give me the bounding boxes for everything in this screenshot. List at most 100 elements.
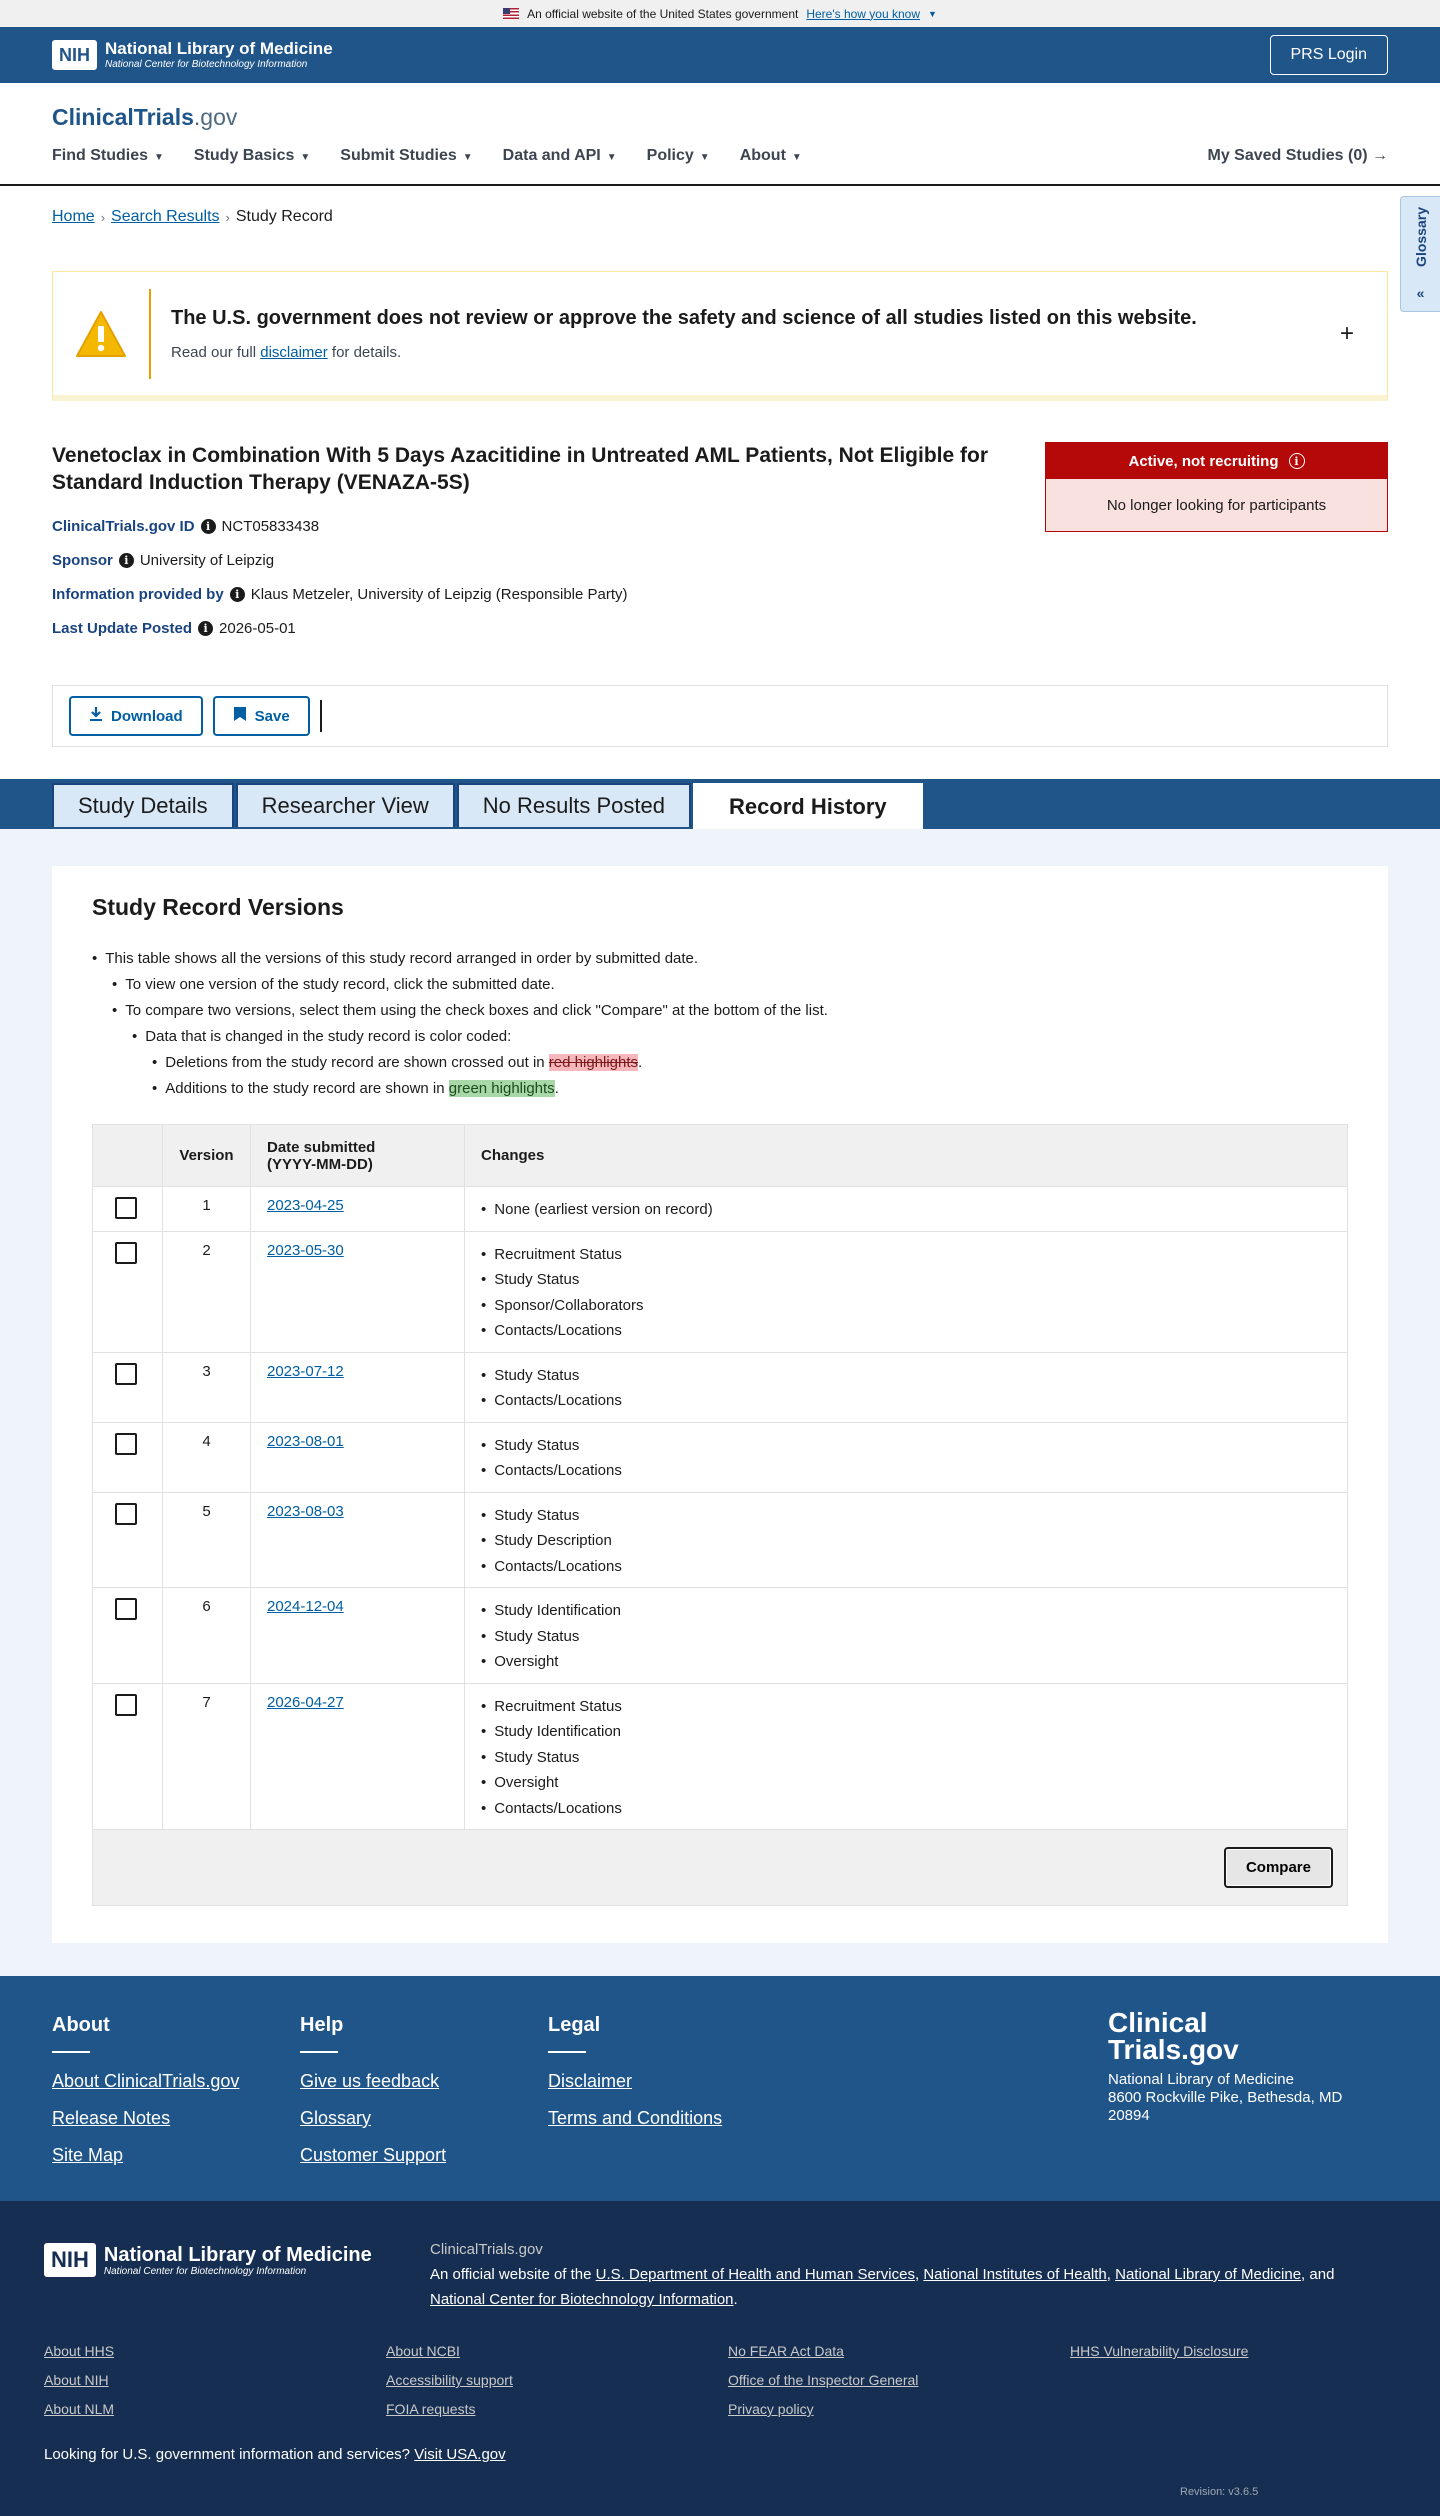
nih-link[interactable]: National Institutes of Health [923,2266,1106,2283]
nav-find-studies[interactable]: Find Studies ▼ [52,147,164,165]
nlm-logo[interactable]: NIH National Library of Medicine Nationa… [52,39,333,70]
footer-link-support[interactable]: Customer Support [300,2145,446,2165]
warning-icon [53,310,149,358]
save-button[interactable]: Save [212,696,310,736]
last-update-row: Last Update Posted i 2026-05-01 [52,620,296,637]
version-date-link[interactable]: 2023-08-01 [267,1433,344,1450]
provided-by-label: Information provided by [52,586,224,603]
version-checkbox[interactable] [115,1598,137,1620]
footer-about-column: About About ClinicalTrials.gov Release N… [52,2014,239,2174]
footer-link-glossary[interactable]: Glossary [300,2108,371,2128]
nav-data-and-api[interactable]: Data and API ▼ [503,147,617,165]
info-icon[interactable]: i [229,587,245,602]
breadcrumb-home[interactable]: Home [52,208,95,226]
footer-link-privacy[interactable]: Privacy policy [728,2401,814,2417]
footer-link-site-map[interactable]: Site Map [52,2145,123,2165]
version-checkbox[interactable] [115,1502,137,1525]
my-saved-studies-link[interactable]: My Saved Studies (0) → [1208,147,1389,165]
footer-link-feedback[interactable]: Give us feedback [300,2071,439,2091]
chevron-right-icon: › [100,209,106,225]
footer-link-inspector-general[interactable]: Office of the Inspector General [728,2372,918,2388]
footer-link-no-fear[interactable]: No FEAR Act Data [728,2343,844,2359]
nav-label: Study Basics [193,147,295,164]
change-item: Study Identification [481,1598,1331,1624]
checkbox-column-header [92,1124,163,1187]
footer-nlm-logo[interactable]: NIH National Library of Medicine Nationa… [44,2243,372,2277]
footer-link-about-ncbi[interactable]: About NCBI [386,2343,460,2359]
nav-about[interactable]: About ▼ [740,147,802,165]
version-checkbox[interactable] [115,1693,137,1716]
instruction-item: Deletions from the study record are show… [92,1050,828,1076]
info-icon[interactable]: i [198,621,214,636]
chevron-down-icon[interactable]: ▼ [928,9,937,19]
footer-link-about-nih[interactable]: About NIH [44,2372,109,2388]
date-header-format: (YYYY-MM-DD) [267,1155,373,1173]
prs-login-button[interactable]: PRS Login [1269,35,1388,75]
checkbox-cell [92,1421,163,1493]
nav-study-basics[interactable]: Study Basics ▼ [194,147,310,165]
download-button[interactable]: Download [69,696,203,736]
version-date-link[interactable]: 2023-07-12 [267,1363,344,1380]
footer-link-accessibility[interactable]: Accessibility support [386,2372,513,2388]
version-date-link[interactable]: 2023-04-25 [267,1197,344,1214]
chevron-down-icon: ▼ [606,152,617,163]
footer-link-release-notes[interactable]: Release Notes [52,2108,170,2128]
logo-suffix-text: .gov [193,104,238,130]
info-icon[interactable]: i [1288,453,1305,469]
glossary-label: Glossary [1412,207,1429,267]
info-icon[interactable]: i [200,519,216,534]
sponsor-label: Sponsor [52,552,113,569]
changes-list: Study StatusContacts/Locations [481,1363,1331,1414]
tab-study-details[interactable]: Study Details [52,783,234,827]
footer-link-terms[interactable]: Terms and Conditions [548,2108,722,2128]
footer-link-vulnerability[interactable]: HHS Vulnerability Disclosure [1070,2343,1248,2359]
info-icon[interactable]: i [118,553,134,568]
last-update-label: Last Update Posted [52,620,193,637]
checkbox-cell [92,1230,163,1353]
footer-address: National Library of Medicine 8600 Rockvil… [1108,2071,1368,2125]
footer-links-column: About HHS About NIH About NLM [44,2337,386,2424]
expand-plus-icon[interactable]: + [1307,320,1387,348]
version-checkbox[interactable] [115,1362,137,1385]
glossary-tab[interactable]: Glossary « [1400,196,1440,312]
footer-link-about[interactable]: About ClinicalTrials.gov [52,2071,239,2091]
disclaimer-text: Read our full disclaimer for details. [171,344,1307,361]
changes-list: Study StatusContacts/Locations [481,1433,1331,1484]
action-bar: Download Save [52,685,1388,747]
version-date-link[interactable]: 2023-05-30 [267,1242,344,1259]
change-item: Oversight [481,1649,1331,1675]
nav-submit-studies[interactable]: Submit Studies ▼ [340,147,472,165]
gov-banner: An official website of the United States… [0,0,1440,27]
tab-researcher-view[interactable]: Researcher View [235,783,455,827]
disclaimer-link[interactable]: disclaimer [260,344,328,361]
version-date-link[interactable]: 2023-08-03 [267,1503,344,1520]
breadcrumb-current: Study Record [235,208,333,225]
footer-link-disclaimer[interactable]: Disclaimer [548,2071,632,2091]
footer-brand: Clinical Trials.gov National Library of M… [1108,2009,1368,2125]
version-date-link[interactable]: 2024-12-04 [267,1598,344,1615]
footer-link-about-nlm[interactable]: About NLM [44,2401,114,2417]
footer-link-about-hhs[interactable]: About HHS [44,2343,114,2359]
heres-how-you-know-link[interactable]: Here's how you know [806,7,920,21]
version-checkbox[interactable] [115,1432,137,1455]
usa-gov-link[interactable]: Visit USA.gov [414,2446,505,2463]
compare-button[interactable]: Compare [1223,1847,1333,1888]
download-icon [89,706,103,726]
version-date-link[interactable]: 2026-04-27 [267,1694,344,1711]
footer-link-foia[interactable]: FOIA requests [386,2401,475,2417]
nav-policy[interactable]: Policy ▼ [647,147,710,165]
breadcrumb-search-results[interactable]: Search Results [111,208,220,226]
nlm-title: National Library of Medicine [103,2243,372,2266]
ncbi-link[interactable]: National Center for Biotechnology Inform… [430,2291,734,2308]
version-checkbox[interactable] [115,1197,137,1219]
clinicaltrials-logo[interactable]: ClinicalTrials.gov [52,104,237,131]
change-item: Recruitment Status [481,1694,1331,1720]
checkbox-cell [92,1186,163,1232]
tab-record-history[interactable]: Record History [692,783,923,829]
save-label: Save [254,707,290,725]
nlm-link[interactable]: National Library of Medicine [1115,2266,1301,2283]
tab-no-results-posted[interactable]: No Results Posted [456,783,691,827]
version-checkbox[interactable] [115,1241,137,1264]
footer-logo[interactable]: Clinical Trials.gov [1108,2009,1368,2063]
hhs-link[interactable]: U.S. Department of Health and Human Serv… [596,2266,915,2283]
